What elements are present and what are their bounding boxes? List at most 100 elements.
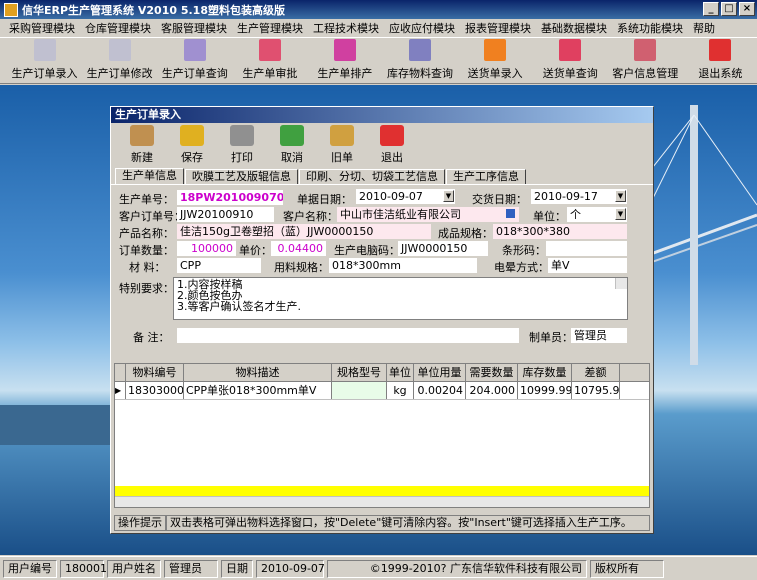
toolbar-button[interactable]: 生产订单录入: [8, 38, 81, 84]
menu-item[interactable]: 报表管理模块: [460, 20, 536, 36]
menu-item[interactable]: 帮助: [688, 20, 720, 36]
barcode-field[interactable]: [546, 241, 627, 256]
toolbar-button[interactable]: 生产订单查询: [158, 38, 231, 84]
scrollbar[interactable]: [615, 278, 627, 289]
toolbar-button[interactable]: 生产单排产: [308, 38, 381, 84]
toolbar-button[interactable]: 生产订单修改: [83, 38, 156, 84]
menu-item[interactable]: 系统功能模块: [612, 20, 688, 36]
unit-value: 个: [570, 208, 581, 221]
code-field[interactable]: JJW0000150: [398, 241, 488, 256]
column-header[interactable]: 单位: [387, 364, 414, 381]
schedule-icon: [333, 39, 356, 61]
lookup-icon[interactable]: [506, 209, 515, 218]
tab[interactable]: 印刷、分切、切袋工艺信息: [299, 169, 445, 184]
delivery-date-field[interactable]: 2010-09-17 ▼: [531, 189, 627, 204]
menu-item[interactable]: 生产管理模块: [232, 20, 308, 36]
order-no-field[interactable]: 18PW20100907001: [177, 190, 283, 205]
column-header[interactable]: 库存数量: [518, 364, 572, 381]
menu-item[interactable]: 基础数据模块: [536, 20, 612, 36]
table-cell[interactable]: kg: [387, 382, 414, 399]
toolbar-button-label: 生产单审批: [242, 67, 298, 80]
column-header[interactable]: 需要数量: [466, 364, 518, 381]
horizontal-scrollbar[interactable]: [115, 496, 649, 507]
dialog-tool-label: 退出: [381, 151, 403, 164]
column-header[interactable]: 物料描述: [184, 364, 332, 381]
qty-field[interactable]: 100000: [177, 241, 236, 256]
column-header[interactable]: 规格型号: [332, 364, 387, 381]
print-icon: [230, 125, 254, 146]
inventory-icon: [409, 39, 432, 61]
toolbar-button[interactable]: 送货单录入: [459, 38, 532, 84]
minimize-button[interactable]: _: [703, 2, 719, 16]
cust-order-field[interactable]: JJW20100910: [177, 207, 274, 222]
spec-field[interactable]: 018*300*380: [493, 224, 627, 239]
table-cell[interactable]: 10999.998: [518, 382, 572, 399]
menu-item[interactable]: 采购管理模块: [4, 20, 80, 36]
menu-item[interactable]: 应收应付模块: [384, 20, 460, 36]
menu-item[interactable]: 工程技术模块: [308, 20, 384, 36]
product-label: 产品名称：: [119, 227, 174, 240]
maker-field[interactable]: 管理员: [571, 328, 627, 343]
toolbar-button[interactable]: 生产单审批: [233, 38, 306, 84]
toolbar-button[interactable]: 客户信息管理: [609, 38, 682, 84]
tab[interactable]: 生产工序信息: [446, 169, 526, 184]
corona-label: 电晕方式：: [494, 261, 549, 274]
cust-name-field[interactable]: 中山市佳洁纸业有限公司: [337, 207, 519, 222]
table-cell[interactable]: 0.00204: [414, 382, 466, 399]
mat-spec-label: 用料规格：: [274, 261, 329, 274]
unit-field[interactable]: 个 ▼: [567, 207, 627, 222]
table-cell[interactable]: [332, 382, 387, 399]
chevron-down-icon[interactable]: ▼: [615, 208, 626, 220]
table-cell[interactable]: 10795.998: [572, 382, 620, 399]
window-title: 信华ERP生产管理系统 V2010 5.18塑料包装高级版: [22, 3, 285, 17]
dialog-tool-button[interactable]: 保存: [167, 125, 217, 167]
barcode-label: 条形码：: [502, 244, 546, 257]
table-cell[interactable]: 204.000: [466, 382, 518, 399]
chevron-down-icon[interactable]: ▼: [443, 190, 454, 202]
materials-grid: 物料编号物料描述规格型号单位单位用量需要数量库存数量差额 ▶1830300009…: [114, 363, 650, 508]
toolbar-button[interactable]: 送货单查询: [534, 38, 607, 84]
material-field[interactable]: CPP: [177, 258, 261, 273]
menu-item[interactable]: 仓库管理模块: [80, 20, 156, 36]
status-bar: 用户编号 180001 用户姓名 管理员 日期 2010-09-07 ©1999…: [0, 556, 757, 580]
dialog-tool-button[interactable]: 退出: [367, 125, 417, 167]
close-button[interactable]: ×: [739, 2, 755, 16]
order-entry-icon: [33, 39, 56, 61]
toolbar-button[interactable]: 库存物料查询: [383, 38, 456, 84]
product-field[interactable]: 佳洁150g卫卷塑招（蓝）JJW0000150: [177, 224, 431, 239]
column-header[interactable]: 差额: [572, 364, 620, 381]
tab[interactable]: 吹膜工艺及版辊信息: [185, 169, 298, 184]
table-cell[interactable]: CPP单张018*300mm单V: [184, 382, 332, 399]
chevron-down-icon[interactable]: ▼: [615, 190, 626, 202]
column-header[interactable]: 物料编号: [126, 364, 184, 381]
tab[interactable]: 生产单信息: [115, 168, 184, 184]
special-line: 1.内容按样稿: [177, 278, 243, 291]
date-label: 日期: [221, 559, 253, 578]
table-row[interactable]: ▶1830300009CPP单张018*300mm单V kg0.00204204.…: [115, 382, 649, 400]
dialog-tool-button[interactable]: 新建: [117, 125, 167, 167]
dialog-tool-button[interactable]: 取消: [267, 125, 317, 167]
table-cell[interactable]: 1830300009: [126, 382, 184, 399]
toolbar-button[interactable]: 退出系统: [684, 38, 757, 84]
rights-text: 版权所有: [590, 559, 664, 578]
menu-item[interactable]: 客服管理模块: [156, 20, 232, 36]
special-requirements-field[interactable]: 1.内容按样稿 2.颜色按色办 3.等客户确认签名才生产.: [173, 277, 628, 320]
material-label: 材 料：: [129, 261, 166, 274]
remark-field[interactable]: [177, 328, 519, 343]
dialog-tool-button[interactable]: 旧单: [317, 125, 367, 167]
doc-date-field[interactable]: 2010-09-07 ▼: [356, 189, 455, 204]
column-header[interactable]: 单位用量: [414, 364, 466, 381]
toolbar-button-label: 客户信息管理: [612, 67, 679, 80]
corona-field[interactable]: 单V: [548, 258, 627, 273]
price-field[interactable]: 0.04400: [271, 241, 326, 256]
customer-icon: [634, 39, 657, 61]
mat-spec-field[interactable]: 018*300mm: [329, 258, 477, 273]
grid-header: 物料编号 物料描述 规格型号 单位 单位用量 需要数量 库存数量 差额: [115, 364, 649, 382]
maker-label: 制单员：: [529, 331, 573, 344]
row-indicator-header: [115, 364, 126, 381]
dialog-tool-button[interactable]: 打印: [217, 125, 267, 167]
maximize-button[interactable]: □: [721, 2, 737, 16]
new-icon: [130, 125, 154, 146]
qty-label: 订单数量：: [119, 244, 174, 257]
dialog-tool-label: 取消: [281, 151, 303, 164]
